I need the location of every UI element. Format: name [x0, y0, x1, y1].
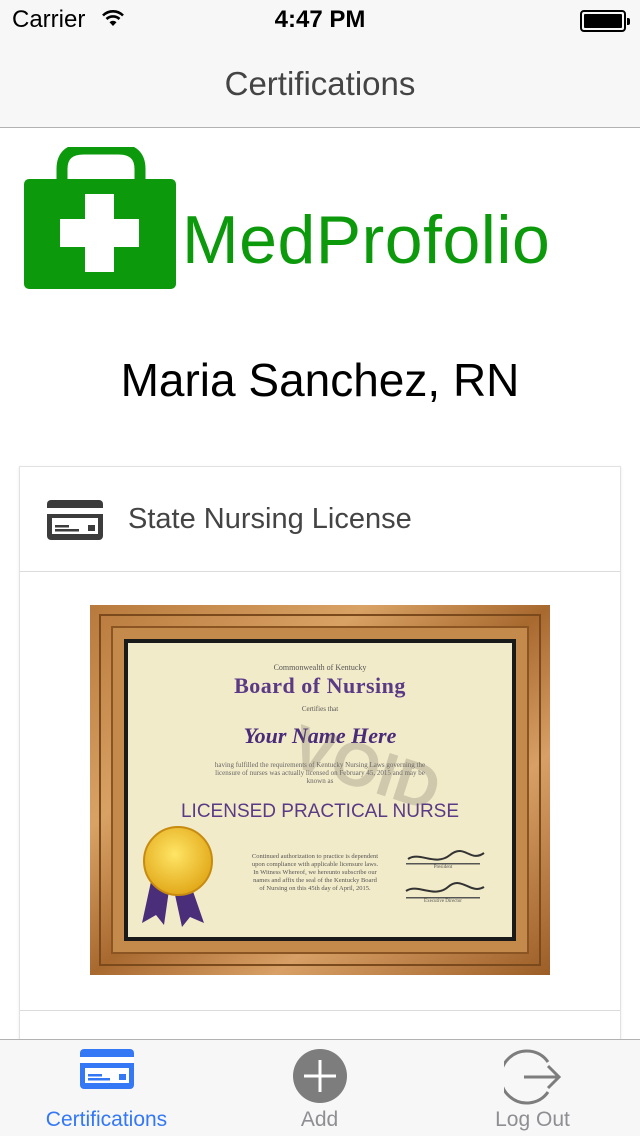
brand-name: MedProfolio: [182, 202, 551, 278]
tab-bar: Certifications Add Log Out: [0, 1039, 640, 1136]
tab-label: Add: [300, 1108, 339, 1131]
logout-icon: [426, 1048, 639, 1106]
certification-card-header[interactable]: State Nursing License: [20, 467, 620, 572]
certification-title: State Nursing License: [128, 503, 412, 535]
certificate-header: Commonwealth of Kentucky: [273, 663, 367, 672]
medical-bag-icon: [24, 147, 176, 289]
certificate-board: Board of Nursing: [234, 673, 406, 698]
credit-card-icon: [0, 1048, 213, 1090]
battery-icon: [580, 10, 630, 32]
credit-card-icon: [46, 499, 104, 546]
add-circle-icon: [213, 1048, 426, 1104]
signature-2-caption: Executive Director: [424, 899, 462, 904]
tab-certifications[interactable]: Certifications: [0, 1040, 213, 1136]
profile-name: Maria Sanchez, RN: [120, 354, 520, 406]
certification-card[interactable]: State Nursing License Commonwealth of Ke…: [19, 466, 621, 1039]
card-divider: [20, 1010, 620, 1011]
status-time: 4:47 PM: [274, 6, 366, 33]
app-logo: MedProfolio: [22, 147, 622, 292]
certificate-license-title: LICENSED PRACTICAL NURSE: [180, 801, 460, 822]
certificate-image[interactable]: Commonwealth of Kentucky Board of Nursin…: [90, 605, 550, 975]
tab-label: Certifications: [45, 1108, 168, 1131]
signature-1-caption: President: [433, 865, 453, 870]
navigation-bar: Certifications: [0, 40, 640, 128]
certificate-footer: Continued authorization to practice is d…: [251, 853, 379, 892]
content-scroll-view[interactable]: MedProfolio Maria Sanchez, RN State Nurs…: [0, 129, 640, 1039]
certificate-certifies: Certifies that: [301, 705, 339, 713]
tab-add[interactable]: Add: [213, 1040, 426, 1136]
tab-log-out[interactable]: Log Out: [426, 1040, 639, 1136]
page-title: Certifications: [224, 65, 416, 102]
tab-label: Log Out: [495, 1108, 570, 1131]
status-bar: Carrier 4:47 PM: [0, 0, 640, 40]
